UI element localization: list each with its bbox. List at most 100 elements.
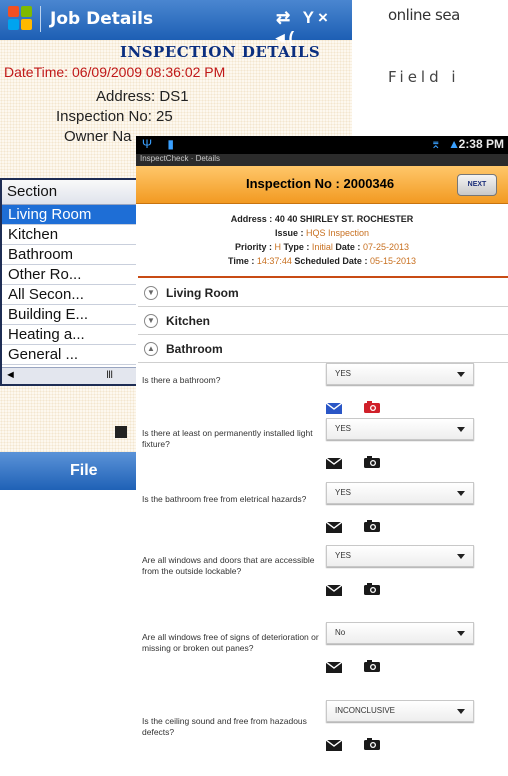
screenshot-collage: online sea Field i Job Details ⇄ Y× ◂( I…: [0, 0, 508, 776]
section-list-item[interactable]: Building E...: [2, 305, 136, 325]
inspection-title: Inspection No : 2000346: [246, 176, 395, 191]
section-list-item[interactable]: General ...: [2, 345, 136, 365]
section-list-item[interactable]: Living Room: [2, 205, 136, 225]
mail-icon[interactable]: [325, 520, 343, 533]
scheduled-date-value: 05-15-2013: [369, 256, 416, 266]
address-value: 40 40 SHIRLEY ST. ROCHESTER: [274, 214, 414, 224]
section-list-item[interactable]: Other Ro...: [2, 265, 136, 285]
camera-icon[interactable]: [364, 400, 380, 413]
time-value: 14:37:44: [256, 256, 292, 266]
signal-battery-icons: ⌆ ▲: [430, 137, 462, 151]
mail-icon[interactable]: [325, 456, 343, 469]
answer-value: INCONCLUSIVE: [335, 706, 396, 715]
inspection-header: Inspection No : 2000346 NEXT: [136, 166, 508, 204]
camera-icon[interactable]: [364, 737, 380, 750]
answer-dropdown[interactable]: YES: [326, 545, 474, 567]
answer-dropdown[interactable]: No: [326, 622, 474, 644]
address-label: Address :: [230, 214, 273, 224]
type-label: Type :: [283, 242, 310, 252]
camera-icon[interactable]: [364, 582, 380, 595]
title-bar: Job Details ⇄ Y× ◂(: [0, 0, 352, 47]
mail-icon[interactable]: [325, 738, 343, 751]
dropdown-caret-icon: [457, 491, 465, 496]
answer-value: YES: [335, 369, 352, 378]
file-softkey[interactable]: File: [70, 462, 98, 480]
app-title: Job Details: [50, 9, 154, 29]
priority-value: H: [274, 242, 282, 252]
document-text-line: online sea: [388, 6, 460, 24]
priority-line: Priority : H Type : Initial Date : 07-25…: [136, 240, 508, 254]
section-name: Bathroom: [166, 342, 223, 356]
answer-value: No: [335, 628, 346, 637]
type-value: Initial: [311, 242, 333, 252]
question-text: Is there a bathroom?: [142, 375, 221, 385]
answer-value: YES: [335, 424, 352, 433]
camera-icon[interactable]: [364, 455, 380, 468]
time-line: Time : 14:37:44 Scheduled Date : 05-15-2…: [136, 254, 508, 268]
android-status-bar: Ψ ▮ ⌆ ▲ 2:38 PM: [136, 136, 508, 154]
issue-line: Issue : HQS Inspection: [136, 226, 508, 240]
breadcrumb: InspectCheck · Details: [140, 154, 221, 163]
dropdown-caret-icon: [457, 372, 465, 377]
question-text: Is there at least on permanently install…: [142, 428, 313, 449]
camera-icon[interactable]: [364, 519, 380, 532]
header-divider: [138, 276, 508, 278]
answer-value: YES: [335, 488, 352, 497]
issue-label: Issue :: [274, 228, 304, 238]
expand-icon[interactable]: ▼: [144, 314, 158, 328]
answer-value: YES: [335, 551, 352, 560]
address-field: Address: DS1: [96, 88, 189, 105]
answer-dropdown[interactable]: YES: [326, 363, 474, 385]
mail-icon[interactable]: [325, 401, 343, 414]
next-button[interactable]: NEXT: [457, 174, 497, 196]
date-label: Date :: [335, 242, 361, 252]
expand-icon[interactable]: ▼: [144, 286, 158, 300]
section-name: Kitchen: [166, 314, 211, 328]
dropdown-caret-icon: [457, 631, 465, 636]
section-name: Living Room: [166, 286, 239, 300]
priority-label: Priority :: [234, 242, 272, 252]
section-list-item[interactable]: Bathroom: [2, 245, 136, 265]
time-label: Time :: [228, 256, 255, 266]
accordion-section[interactable]: ▼ Kitchen: [136, 307, 508, 335]
inspection-number-field: Inspection No: 25: [56, 108, 173, 125]
dropdown-caret-icon: [457, 554, 465, 559]
horizontal-scrollbar[interactable]: ◄ III: [2, 367, 136, 384]
dropdown-caret-icon: [457, 709, 465, 714]
keyboard-toggle-icon[interactable]: [115, 426, 127, 438]
mail-icon[interactable]: [325, 583, 343, 596]
section-list-header[interactable]: Section: [2, 180, 136, 205]
question-text: Are all windows and doors that are acces…: [142, 555, 315, 576]
camera-icon[interactable]: [364, 659, 380, 672]
question-text: Are all windows free of signs of deterio…: [142, 632, 319, 653]
inspection-info: Address : 40 40 SHIRLEY ST. ROCHESTER Is…: [136, 212, 508, 268]
document-text-line: Field i: [388, 68, 460, 86]
status-time: 2:38 PM: [458, 137, 504, 151]
owner-name-field: Owner Na: [64, 128, 132, 145]
address-line: Address : 40 40 SHIRLEY ST. ROCHESTER: [136, 212, 508, 226]
answer-dropdown[interactable]: INCONCLUSIVE: [326, 700, 474, 722]
action-bar: InspectCheck · Details: [136, 154, 508, 166]
mail-icon[interactable]: [325, 660, 343, 673]
section-list-item[interactable]: All Secon...: [2, 285, 136, 305]
issue-value: HQS Inspection: [306, 228, 370, 238]
windows-logo-icon[interactable]: [8, 6, 34, 32]
answer-dropdown[interactable]: YES: [326, 418, 474, 440]
datetime-label: DateTime: 06/09/2009 08:36:02 PM: [4, 64, 226, 80]
section-list-item[interactable]: Kitchen: [2, 225, 136, 245]
collapse-icon[interactable]: ▲: [144, 342, 158, 356]
date-value: 07-25-2013: [362, 242, 409, 252]
scroll-thumb[interactable]: III: [106, 369, 113, 381]
accordion-section[interactable]: ▼ Living Room: [136, 279, 508, 307]
section-list-item[interactable]: Heating a...: [2, 325, 136, 345]
notification-icons: Ψ ▮: [142, 137, 180, 151]
android-screen: Ψ ▮ ⌆ ▲ 2:38 PM InspectCheck · Details I…: [136, 136, 508, 776]
connectivity-status-icons[interactable]: ⇄ Y× ◂(: [276, 8, 352, 48]
accordion-section[interactable]: ▲ Bathroom: [136, 335, 508, 363]
section-list[interactable]: Section Living Room Kitchen Bathroom Other …: [0, 178, 138, 386]
scroll-left-arrow-icon[interactable]: ◄: [5, 369, 16, 381]
answer-dropdown[interactable]: YES: [326, 482, 474, 504]
dropdown-caret-icon: [457, 427, 465, 432]
question-text: Is the bathroom free from eletrical haza…: [142, 494, 307, 504]
scheduled-date-label: Scheduled Date :: [294, 256, 368, 266]
